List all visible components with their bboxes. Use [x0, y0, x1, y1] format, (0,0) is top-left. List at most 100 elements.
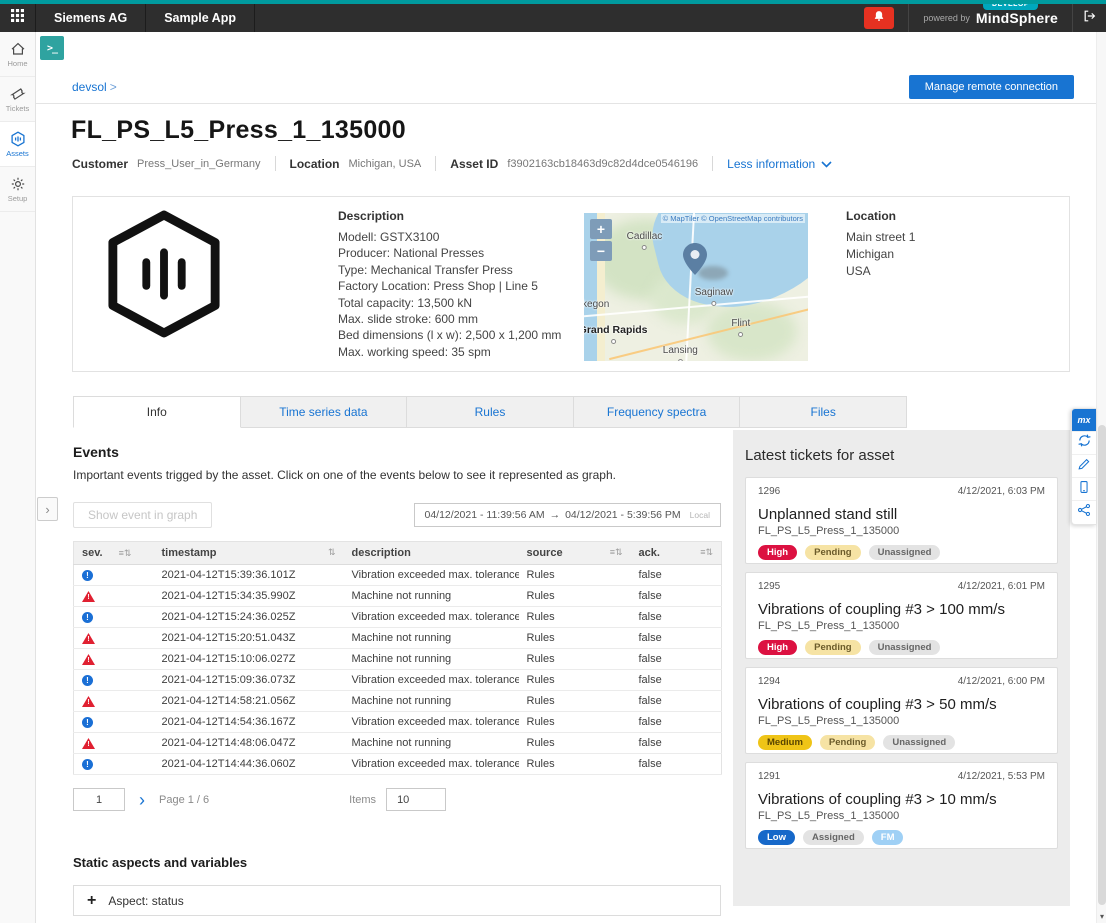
location-map[interactable]: © MapTiler © OpenStreetMap contributors … [584, 213, 808, 361]
ticket-card[interactable]: 12954/12/2021, 6:01 PMVibrations of coup… [745, 572, 1058, 659]
filter-sort-icon[interactable]: ≡⇅ [610, 547, 623, 558]
event-source: Rules [519, 670, 631, 691]
map-city-label: Flint [731, 318, 750, 329]
tab-files[interactable]: Files [740, 396, 907, 428]
sidebar-item-setup[interactable]: Setup [0, 167, 35, 212]
bell-icon [873, 9, 885, 27]
topbar: Siemens AGSample App powered by MindSphe… [0, 4, 1106, 32]
expand-panel-button[interactable]: › [37, 497, 58, 521]
description-line: Max. working speed: 35 spm [338, 344, 580, 360]
events-table-header: sev.≡⇅ timestamp⇅ description source≡⇅ a… [74, 542, 722, 565]
event-row[interactable]: !2021-04-12T15:24:36.025ZVibration excee… [74, 607, 722, 628]
event-ack: false [631, 754, 722, 775]
app-launcher-button[interactable] [0, 4, 36, 32]
ticket-title: Vibrations of coupling #3 > 50 mm/s [758, 696, 1045, 713]
asset-id-label: Asset ID [450, 157, 498, 171]
ticket-card[interactable]: 12944/12/2021, 6:00 PMVibrations of coup… [745, 667, 1058, 754]
sidebar-item-assets[interactable]: Assets [0, 122, 35, 167]
event-source: Rules [519, 628, 631, 649]
event-source: Rules [519, 586, 631, 607]
tab-info[interactable]: Info [73, 396, 241, 428]
sidebar-item-label: Assets [6, 149, 29, 158]
page-input[interactable] [73, 788, 125, 811]
event-source: Rules [519, 565, 631, 586]
ticket-date: 4/12/2021, 6:00 PM [958, 676, 1045, 687]
ticket-card[interactable]: 12964/12/2021, 6:03 PMUnplanned stand st… [745, 477, 1058, 564]
map-zoom-controls: + − [590, 219, 612, 263]
tab-rules[interactable]: Rules [407, 396, 574, 428]
event-row[interactable]: !2021-04-12T15:09:36.073ZVibration excee… [74, 670, 722, 691]
event-ack: false [631, 712, 722, 733]
ticket-asset-name: FL_PS_L5_Press_1_135000 [758, 620, 1045, 632]
date-from: 04/12/2021 - 11:39:56 AM [425, 509, 545, 521]
event-row[interactable]: !2021-04-12T15:10:06.027ZMachine not run… [74, 649, 722, 670]
badge-fm: FM [872, 830, 904, 845]
breadcrumb-root[interactable]: devsol [72, 80, 107, 94]
event-row[interactable]: !2021-04-12T14:48:06.047ZMachine not run… [74, 733, 722, 754]
event-row[interactable]: !2021-04-12T14:54:36.167ZVibration excee… [74, 712, 722, 733]
items-per-page-input[interactable] [386, 788, 446, 811]
event-description: Vibration exceeded max. tolerance [344, 670, 519, 691]
sidebar-item-tickets[interactable]: Tickets [0, 77, 35, 122]
event-description: Machine not running [344, 649, 519, 670]
events-section: Events Important events trigged by the a… [73, 430, 721, 811]
severity-info-icon: ! [82, 612, 93, 623]
zoom-in-button[interactable]: + [590, 219, 612, 239]
app-terminal-icon[interactable]: >_ [40, 36, 64, 60]
event-row[interactable]: !2021-04-12T15:20:51.043ZMachine not run… [74, 628, 722, 649]
sidebar: Home Tickets Assets Setup [0, 32, 36, 923]
less-information-toggle[interactable]: Less information [727, 157, 832, 171]
powered-by-brand: powered by MindSphere DEVELOP [908, 4, 1072, 32]
event-ack: false [631, 691, 722, 712]
sidebar-item-label: Home [7, 59, 27, 68]
edit-button[interactable] [1072, 455, 1096, 478]
aspect-label: Aspect: status [108, 894, 183, 908]
date-range-picker[interactable]: 04/12/2021 - 11:39:56 AM → 04/12/2021 - … [414, 503, 722, 527]
event-description: Vibration exceeded max. tolerance [344, 565, 519, 586]
filter-sort-icon[interactable]: ≡⇅ [119, 548, 132, 558]
next-page-chevron-icon[interactable]: › [139, 791, 145, 809]
sort-icon[interactable]: ⇅ [328, 547, 336, 558]
map-attribution: © MapTiler © OpenStreetMap contributors [661, 214, 805, 223]
logout-button[interactable] [1072, 4, 1106, 32]
tab-time-series-data[interactable]: Time series data [241, 396, 408, 428]
topbar-tab-sample-app[interactable]: Sample App [146, 4, 255, 32]
description-line: Max. slide stroke: 600 mm [338, 311, 580, 327]
ticket-card[interactable]: 12914/12/2021, 5:53 PMVibrations of coup… [745, 762, 1058, 849]
event-row[interactable]: !2021-04-12T15:34:35.990ZMachine not run… [74, 586, 722, 607]
aspect-status-expander[interactable]: + Aspect: status [73, 885, 721, 916]
sync-button[interactable] [1072, 432, 1096, 455]
badge-pending: Pending [820, 735, 875, 750]
scrollbar-thumb[interactable] [1098, 425, 1106, 905]
tab-frequency-spectra[interactable]: Frequency spectra [574, 396, 741, 428]
topbar-tab-siemens-ag[interactable]: Siemens AG [36, 4, 146, 32]
event-timestamp: 2021-04-12T14:44:36.060Z [154, 754, 344, 775]
sidebar-item-home[interactable]: Home [0, 32, 35, 77]
mobile-button[interactable] [1072, 478, 1096, 501]
description-line: Factory Location: Press Shop | Line 5 [338, 278, 580, 294]
mindsphere-widget-button[interactable]: mx [1072, 409, 1096, 432]
manage-remote-connection-button[interactable]: Manage remote connection [909, 75, 1074, 99]
event-row[interactable]: !2021-04-12T15:39:36.101ZVibration excee… [74, 565, 722, 586]
zoom-out-button[interactable]: − [590, 241, 612, 261]
event-row[interactable]: !2021-04-12T14:58:21.056ZMachine not run… [74, 691, 722, 712]
show-event-in-graph-button[interactable]: Show event in graph [73, 502, 212, 528]
event-timestamp: 2021-04-12T15:09:36.073Z [154, 670, 344, 691]
grid-icon [11, 9, 24, 27]
event-description: Machine not running [344, 586, 519, 607]
scrollbar[interactable]: ▾ [1096, 32, 1106, 923]
event-timestamp: 2021-04-12T14:54:36.167Z [154, 712, 344, 733]
scrollbar-down-arrow[interactable]: ▾ [1097, 912, 1106, 921]
notifications-button[interactable] [864, 7, 894, 29]
divider [435, 156, 436, 171]
location-line: Michigan [846, 246, 915, 263]
event-row[interactable]: !2021-04-12T14:44:36.060ZVibration excee… [74, 754, 722, 775]
share-button[interactable] [1072, 501, 1096, 524]
breadcrumb-bar: devsol> Manage remote connection [36, 66, 1096, 104]
event-ack: false [631, 607, 722, 628]
breadcrumb[interactable]: devsol> [72, 80, 117, 94]
filter-sort-icon[interactable]: ≡⇅ [700, 547, 713, 558]
ticket-title: Vibrations of coupling #3 > 10 mm/s [758, 791, 1045, 808]
col-description: description [352, 547, 411, 559]
description-lines: Modell: GSTX3100Producer: National Press… [338, 229, 580, 360]
